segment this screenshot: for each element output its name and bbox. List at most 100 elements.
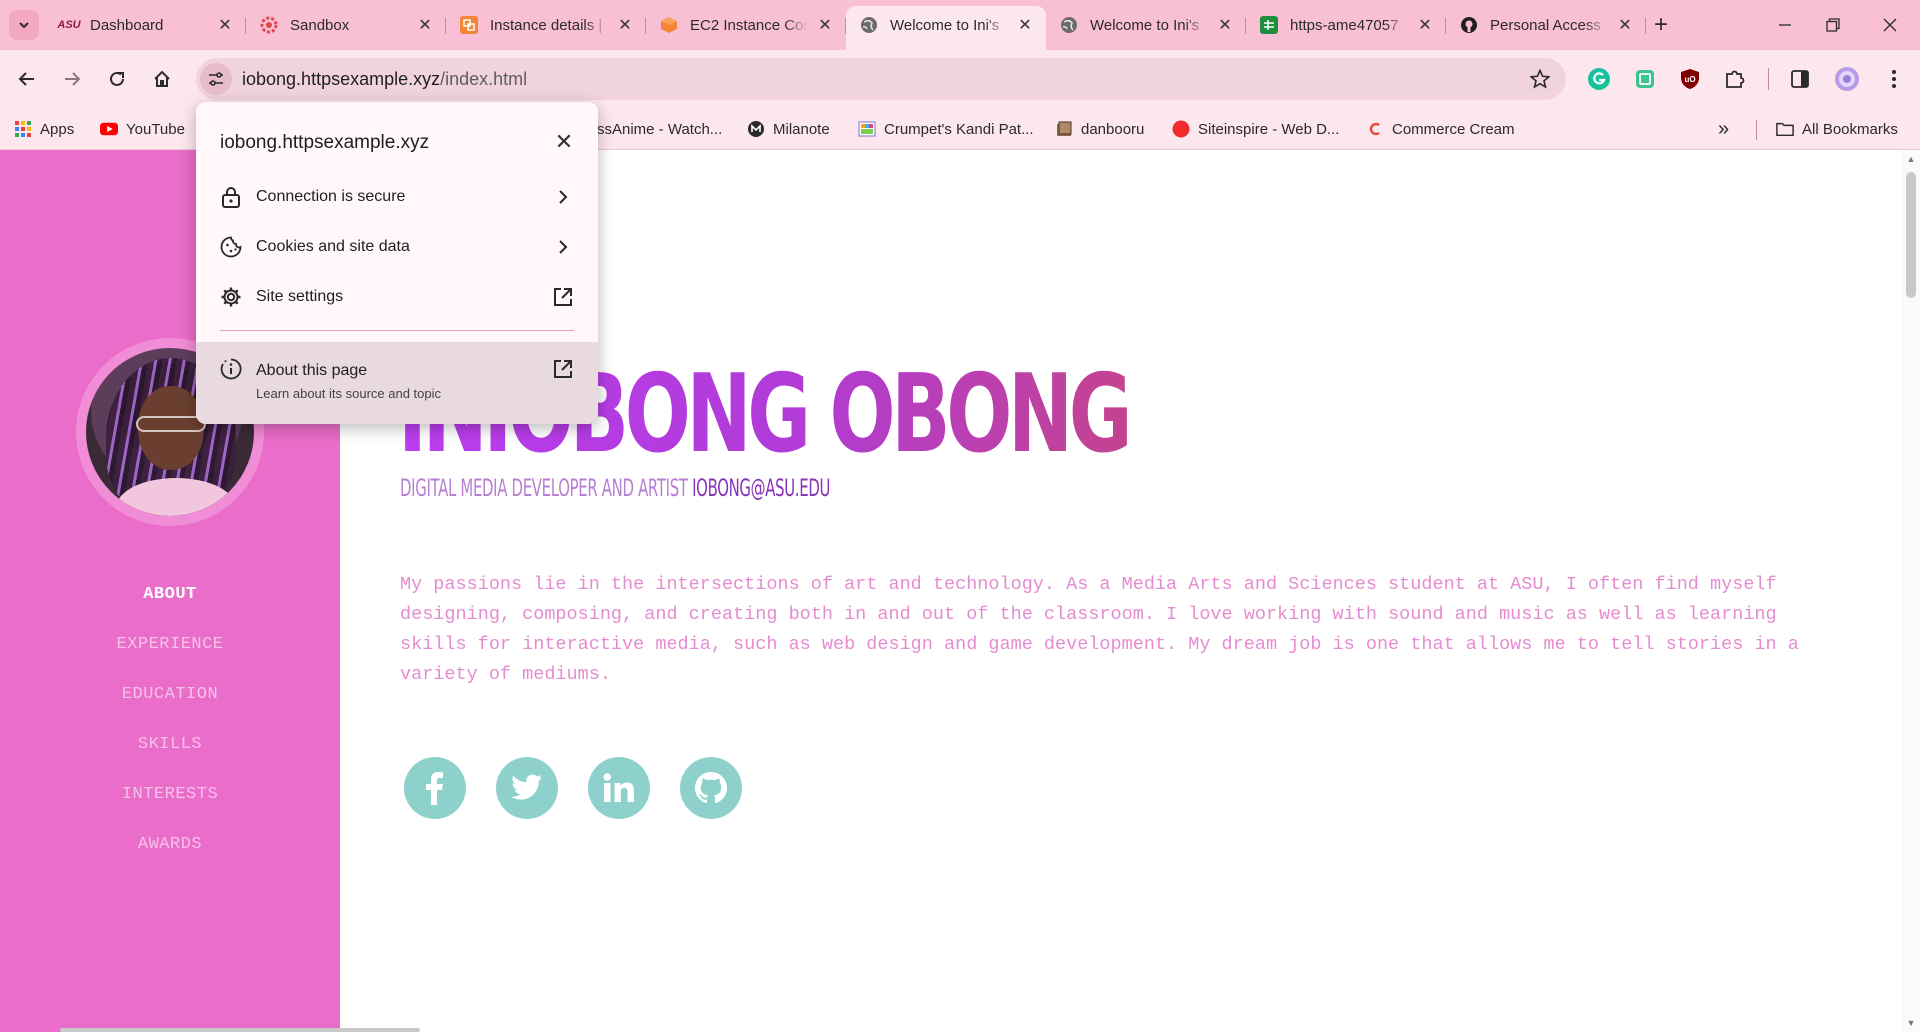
site-info-button[interactable]: [200, 63, 232, 95]
tab-title: EC2 Instance Cor: [690, 16, 808, 34]
site-settings-row[interactable]: Site settings: [196, 272, 598, 322]
commerce-cream-icon: [1366, 120, 1384, 138]
danbooru-icon: [1055, 120, 1073, 138]
tab-sheets[interactable]: https-ame47057 ✕: [1246, 6, 1446, 44]
forward-button[interactable]: [56, 63, 88, 95]
tab-sandbox[interactable]: Sandbox ✕: [246, 6, 446, 44]
restore-button[interactable]: [1818, 12, 1848, 38]
bookmark-kandi[interactable]: Crumpet's Kandi Pat...: [858, 118, 1034, 140]
bookmark-label: Crumpet's Kandi Pat...: [884, 120, 1034, 138]
tab-ec2-instance[interactable]: EC2 Instance Cor ✕: [646, 6, 846, 44]
bookmark-label: Apps: [40, 120, 75, 138]
back-button[interactable]: [11, 63, 43, 95]
url-path: /index.html: [440, 69, 528, 89]
home-icon: [154, 70, 170, 87]
tab-strip: ASU Dashboard ✕ Sandbox ✕ Instance detai…: [0, 0, 1920, 50]
tab-close-button[interactable]: ✕: [1016, 16, 1034, 34]
profile-avatar-icon: [1835, 67, 1859, 91]
bookmarks-overflow-button[interactable]: »: [1718, 118, 1729, 140]
email-link[interactable]: IOBONG@ASU.EDU: [692, 474, 830, 502]
tab-welcome[interactable]: Welcome to Ini's ✕: [1046, 6, 1246, 44]
tab-close-button[interactable]: ✕: [816, 16, 834, 34]
tab-title: Sandbox: [290, 16, 350, 34]
github-icon: [1460, 16, 1478, 34]
reload-icon: [110, 71, 124, 86]
facebook-icon: [426, 772, 443, 805]
tab-close-button[interactable]: ✕: [216, 16, 234, 34]
home-button[interactable]: [146, 63, 178, 95]
url-text[interactable]: iobong.httpsexample.xyz/index.html: [242, 69, 527, 90]
info-icon: [220, 358, 242, 380]
tab-dashboard[interactable]: ASU Dashboard ✕: [46, 6, 246, 44]
browser-toolbar: iobong.httpsexample.xyz/index.html uO: [0, 50, 1920, 108]
address-bar[interactable]: iobong.httpsexample.xyz/index.html: [196, 58, 1566, 100]
tab-instance-details[interactable]: Instance details | ✕: [446, 6, 646, 44]
tab-close-button[interactable]: ✕: [1616, 16, 1634, 34]
bookmark-commerce-cream[interactable]: Commerce Cream: [1366, 118, 1515, 140]
bio-paragraph: My passions lie in the intersections of …: [400, 574, 1799, 685]
tab-close-button[interactable]: ✕: [416, 16, 434, 34]
extensions-button[interactable]: [1721, 65, 1749, 93]
horizontal-scrollbar[interactable]: [60, 1028, 420, 1032]
siteinspire-icon: [1172, 120, 1190, 138]
about-this-page-row[interactable]: About this page Learn about its source a…: [196, 342, 598, 424]
browser-menu-button[interactable]: [1880, 65, 1908, 93]
tab-welcome-active[interactable]: Welcome to Ini's ✕: [846, 6, 1046, 50]
grammarly-extension-button[interactable]: [1585, 65, 1613, 93]
scroll-thumb[interactable]: [1906, 172, 1916, 298]
bookmark-anime[interactable]: ssAnime - Watch...: [597, 118, 722, 140]
cookies-row[interactable]: Cookies and site data: [196, 222, 598, 272]
row-label: Connection is secure: [256, 188, 406, 205]
lock-icon: [220, 186, 242, 208]
bookmark-label: Commerce Cream: [1392, 120, 1515, 138]
close-window-button[interactable]: [1875, 12, 1905, 38]
nav-skills[interactable]: SKILLS: [0, 720, 340, 770]
bookmark-apps[interactable]: Apps: [14, 118, 74, 140]
popup-close-button[interactable]: ✕: [552, 129, 576, 154]
profile-avatar-button[interactable]: [1833, 65, 1861, 93]
tab-close-button[interactable]: ✕: [1416, 16, 1434, 34]
bookmark-youtube[interactable]: YouTube: [100, 118, 185, 140]
reload-button[interactable]: [101, 63, 133, 95]
tab-close-button[interactable]: ✕: [1216, 16, 1234, 34]
connection-secure-row[interactable]: Connection is secure: [196, 172, 598, 222]
scroll-up-arrow[interactable]: ▲: [1906, 154, 1916, 164]
nav-experience[interactable]: EXPERIENCE: [0, 620, 340, 670]
facebook-link[interactable]: [404, 757, 466, 819]
nav-awards[interactable]: AWARDS: [0, 820, 340, 870]
new-tab-button[interactable]: +: [1648, 11, 1674, 38]
milanote-icon: [747, 120, 765, 138]
all-bookmarks-label: All Bookmarks: [1802, 120, 1898, 138]
chevron-right-icon: [552, 236, 574, 258]
cookie-icon: [220, 236, 242, 258]
tune-icon: [209, 72, 223, 86]
bookmark-milanote[interactable]: Milanote: [747, 118, 830, 140]
tab-close-button[interactable]: ✕: [616, 16, 634, 34]
scroll-down-arrow[interactable]: ▼: [1906, 1018, 1916, 1028]
tab-search-button[interactable]: [9, 10, 39, 40]
bookmark-label: Milanote: [773, 120, 830, 138]
chevron-right-icon: [552, 186, 574, 208]
all-bookmarks-button[interactable]: All Bookmarks: [1776, 118, 1898, 140]
linkedin-link[interactable]: [588, 757, 650, 819]
row-label: Site settings: [256, 288, 344, 305]
side-panel-icon: [1791, 70, 1809, 88]
bookmark-star-button[interactable]: [1528, 67, 1552, 91]
job-title: DIGITAL MEDIA DEVELOPER AND ARTIST: [400, 474, 688, 502]
vertical-scrollbar[interactable]: ▲ ▼: [1902, 150, 1920, 1032]
tab-title: Instance details |: [490, 16, 603, 34]
minimize-button[interactable]: [1770, 12, 1800, 38]
nav-about[interactable]: ABOUT: [0, 570, 340, 620]
nav-interests[interactable]: INTERESTS: [0, 770, 340, 820]
side-panel-button[interactable]: [1786, 65, 1814, 93]
minimize-icon: [1779, 24, 1791, 26]
twitter-link[interactable]: [496, 757, 558, 819]
folder-icon: [1776, 120, 1794, 138]
github-link[interactable]: [680, 757, 742, 819]
clipboard-extension-button[interactable]: [1631, 65, 1659, 93]
bookmark-siteinspire[interactable]: Siteinspire - Web D...: [1172, 118, 1339, 140]
nav-education[interactable]: EDUCATION: [0, 670, 340, 720]
ublock-extension-button[interactable]: uO: [1676, 65, 1704, 93]
bookmark-danbooru[interactable]: danbooru: [1055, 118, 1144, 140]
tab-github[interactable]: Personal Access ✕: [1446, 6, 1646, 44]
